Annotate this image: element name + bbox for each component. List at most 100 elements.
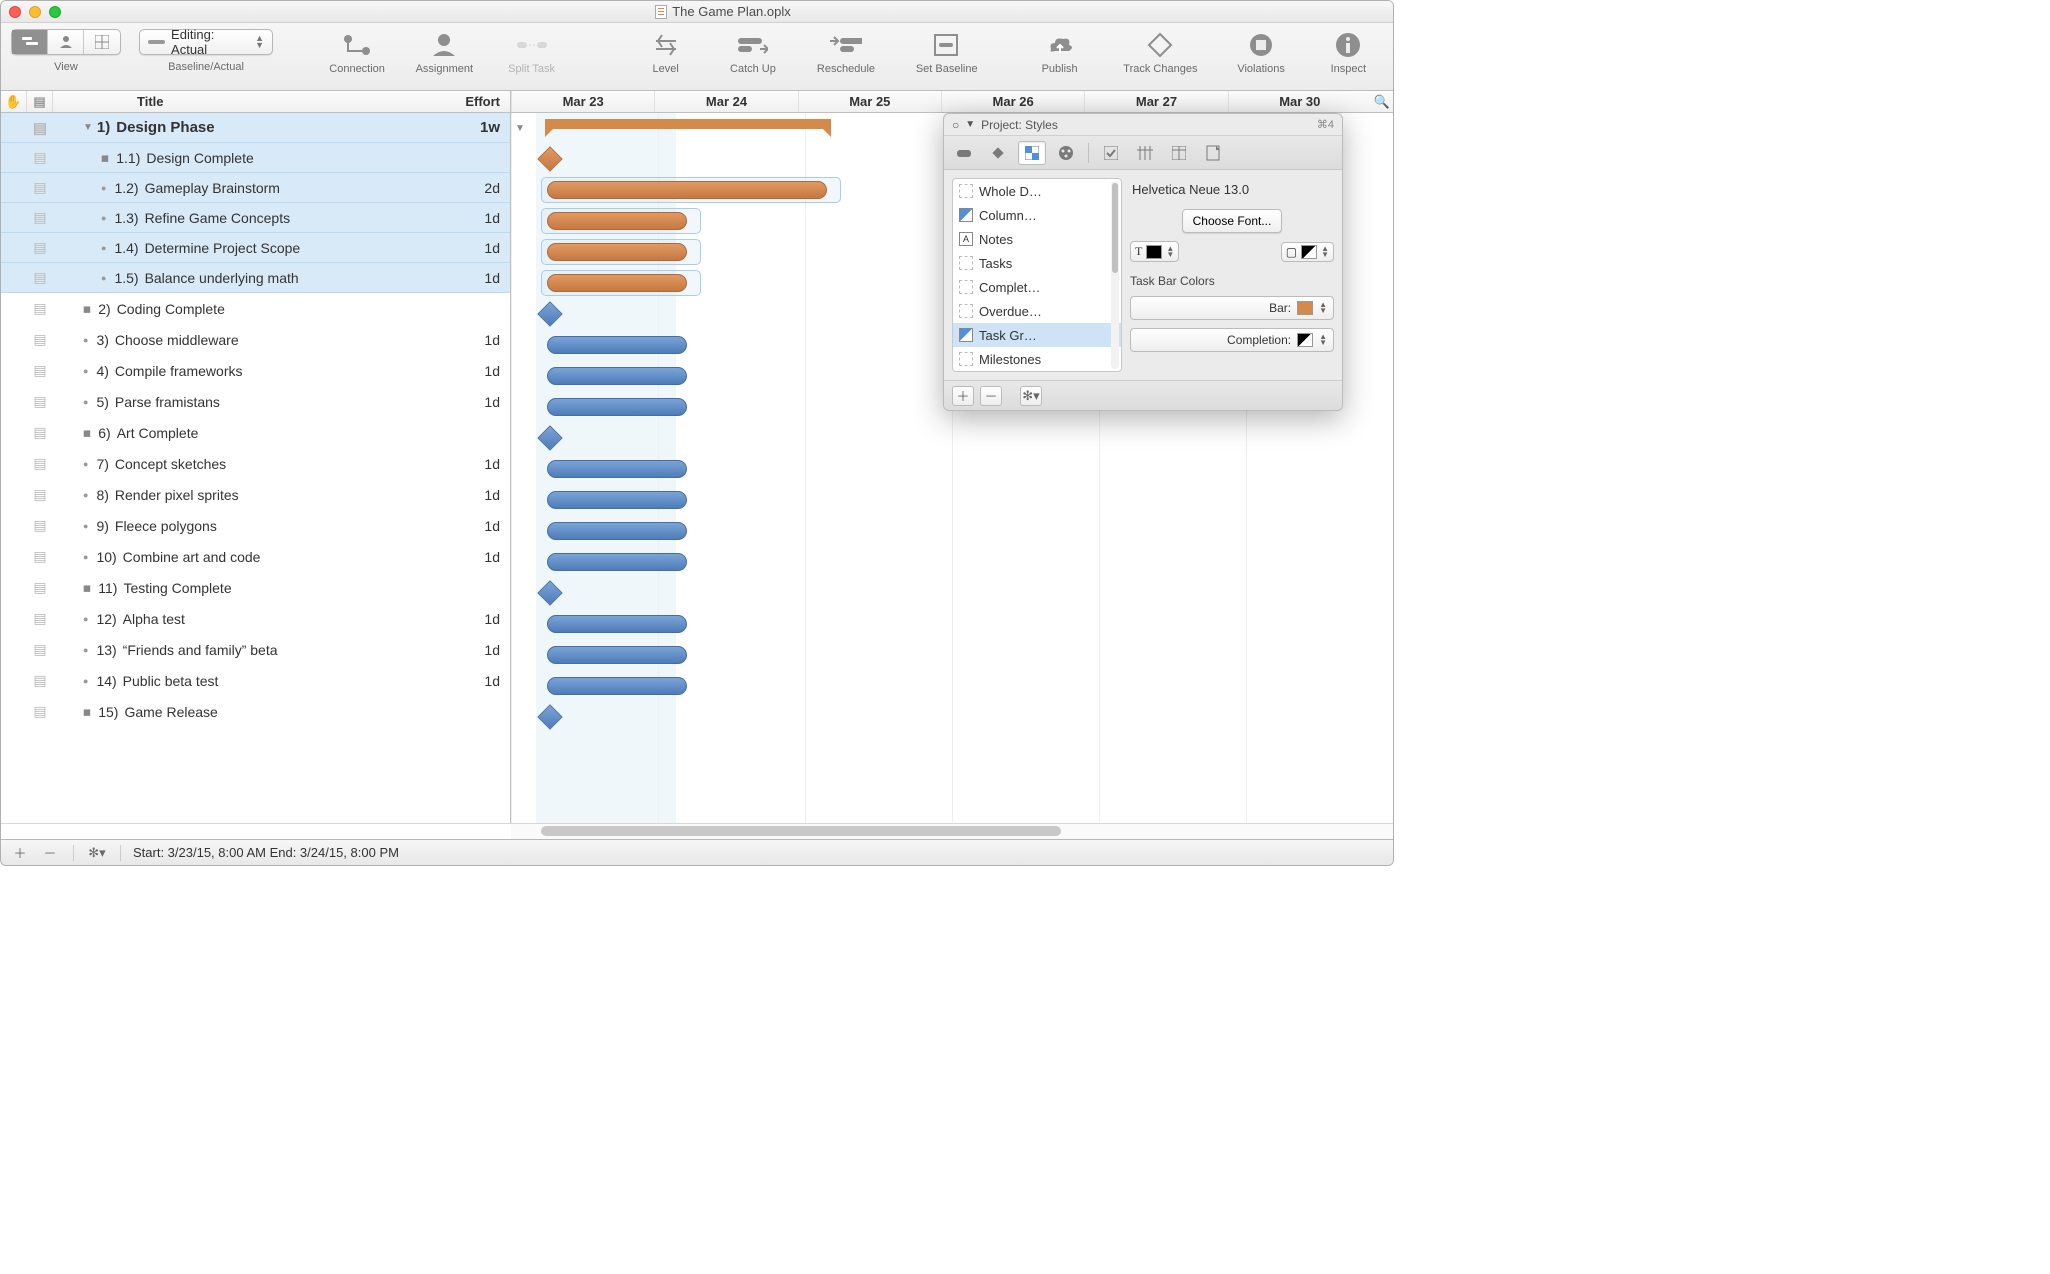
note-icon[interactable]: ▤	[27, 209, 53, 226]
style-list-item[interactable]: Tasks	[953, 251, 1121, 275]
task-row[interactable]: ▤●1.4)Determine Project Scope1d	[1, 232, 510, 263]
gantt-row[interactable]	[511, 671, 1393, 702]
bar-color-button[interactable]: Bar:▲▼	[1130, 296, 1334, 320]
task-row[interactable]: ▤●1.5)Balance underlying math1d	[1, 262, 510, 293]
gantt-row[interactable]	[511, 454, 1393, 485]
task-row[interactable]: ▤◆6)Art Complete	[1, 417, 510, 448]
task-bar[interactable]	[547, 677, 687, 695]
note-icon[interactable]: ▤	[27, 703, 53, 720]
note-icon[interactable]: ▤	[27, 239, 53, 256]
view-mode-calendar[interactable]	[84, 30, 120, 54]
disclosure-icon[interactable]: ▼	[965, 119, 975, 130]
split-task-button[interactable]: Split Task	[497, 29, 566, 75]
style-list-item[interactable]: Milestones	[953, 347, 1121, 371]
note-icon[interactable]: ▤	[27, 424, 53, 441]
task-bar[interactable]	[547, 336, 687, 354]
chevron-down-icon[interactable]: ▼	[515, 123, 525, 134]
inspector-tab-export[interactable]	[1199, 141, 1227, 165]
inspector-tab-appearance[interactable]	[1052, 141, 1080, 165]
catch-up-button[interactable]: Catch Up	[718, 29, 787, 75]
note-icon[interactable]: ▤	[27, 455, 53, 472]
publish-button[interactable]: Publish	[1025, 29, 1094, 75]
gantt-row[interactable]	[511, 516, 1393, 547]
style-list-item[interactable]: Overdue…	[953, 299, 1121, 323]
date-column[interactable]: Mar 24	[654, 91, 797, 112]
task-row[interactable]: ▤●1.3)Refine Game Concepts1d	[1, 202, 510, 233]
task-bar[interactable]	[547, 491, 687, 509]
note-icon[interactable]: ▤	[27, 393, 53, 410]
zoom-window-button[interactable]	[49, 6, 61, 18]
task-bar[interactable]	[547, 212, 687, 230]
note-icon[interactable]: ▤	[27, 517, 53, 534]
task-row[interactable]: ▤●12)Alpha test1d	[1, 603, 510, 634]
inspect-button[interactable]: Inspect	[1314, 29, 1383, 75]
task-bar[interactable]	[547, 398, 687, 416]
choose-font-button[interactable]: Choose Font...	[1182, 209, 1283, 233]
track-changes-button[interactable]: Track Changes	[1112, 29, 1208, 75]
task-bar[interactable]	[547, 460, 687, 478]
text-color-button[interactable]: T▲▼	[1130, 241, 1179, 262]
set-baseline-button[interactable]: Set Baseline	[904, 29, 989, 75]
minimize-window-button[interactable]	[29, 6, 41, 18]
grab-column-icon[interactable]: ✋	[1, 91, 27, 112]
date-column[interactable]: Mar 25	[798, 91, 941, 112]
style-list-item[interactable]: Complet…	[953, 275, 1121, 299]
inspector-tab-milestone[interactable]	[984, 141, 1012, 165]
task-bar[interactable]	[547, 243, 687, 261]
inspector-action-button[interactable]: ✻▾	[1020, 386, 1042, 406]
task-row[interactable]: ▤◆2)Coding Complete	[1, 293, 510, 324]
gantt-row[interactable]	[511, 485, 1393, 516]
task-row[interactable]: ▤●9)Fleece polygons1d	[1, 510, 510, 541]
inspector-tab-checkbox[interactable]	[1097, 141, 1125, 165]
note-icon[interactable]: ▤	[27, 672, 53, 689]
note-icon[interactable]: ▤	[27, 486, 53, 503]
task-row[interactable]: ▤◆1.1)Design Complete	[1, 142, 510, 173]
task-row[interactable]: ▤▼1)Design Phase1w	[1, 113, 510, 143]
note-icon[interactable]: ▤	[27, 269, 53, 286]
connection-button[interactable]: Connection	[322, 29, 391, 75]
style-list-item[interactable]: Column…	[953, 203, 1121, 227]
styles-list[interactable]: Whole D…Column…ANotesTasksComplet…Overdu…	[952, 178, 1122, 372]
page-color-button[interactable]: ▢▲▼	[1281, 242, 1334, 262]
date-column[interactable]: Mar 30	[1228, 91, 1371, 112]
note-column-icon[interactable]: ▤	[27, 91, 53, 112]
violations-button[interactable]: Violations	[1226, 29, 1295, 75]
milestone-diamond[interactable]	[537, 146, 562, 171]
style-list-item[interactable]: ANotes	[953, 227, 1121, 251]
task-row[interactable]: ▤●13)“Friends and family” beta1d	[1, 634, 510, 665]
note-icon[interactable]: ▤	[27, 641, 53, 658]
task-bar[interactable]	[547, 274, 687, 292]
task-bar[interactable]	[547, 646, 687, 664]
task-row[interactable]: ▤●7)Concept sketches1d	[1, 448, 510, 479]
style-list-item[interactable]: Task Gr…	[953, 323, 1121, 347]
level-button[interactable]: Level	[631, 29, 700, 75]
task-row[interactable]: ▤●8)Render pixel sprites1d	[1, 479, 510, 510]
date-column[interactable]: Mar 23	[511, 91, 654, 112]
inspector-tab-styles[interactable]	[1018, 141, 1046, 165]
note-icon[interactable]: ▤	[27, 119, 53, 137]
date-column[interactable]: Mar 27	[1084, 91, 1227, 112]
style-list-item[interactable]: Whole D…	[953, 179, 1121, 203]
remove-row-button[interactable]: －	[39, 844, 61, 862]
horizontal-scrollbar[interactable]	[1, 823, 1393, 839]
inspector-add-button[interactable]: ＋	[952, 386, 974, 406]
task-row[interactable]: ▤◆11)Testing Complete	[1, 572, 510, 603]
task-bar[interactable]	[547, 615, 687, 633]
gantt-row[interactable]	[511, 702, 1393, 733]
assignment-button[interactable]: Assignment	[410, 29, 479, 75]
chevron-down-icon[interactable]: ▼	[83, 122, 93, 133]
inspector-tab-schedule[interactable]	[1131, 141, 1159, 165]
gantt-row[interactable]	[511, 547, 1393, 578]
task-row[interactable]: ▤●10)Combine art and code1d	[1, 541, 510, 572]
title-column-header[interactable]: Title	[53, 91, 441, 112]
task-row[interactable]: ▤●14)Public beta test1d	[1, 665, 510, 696]
note-icon[interactable]: ▤	[27, 149, 53, 166]
close-inspector-icon[interactable]: ○	[952, 118, 959, 132]
milestone-diamond[interactable]	[537, 704, 562, 729]
milestone-diamond[interactable]	[537, 301, 562, 326]
task-row[interactable]: ▤◆15)Game Release	[1, 696, 510, 727]
inspector-titlebar[interactable]: ○ ▼ Project: Styles ⌘4	[944, 114, 1342, 136]
view-mode-resource[interactable]	[48, 30, 84, 54]
milestone-diamond[interactable]	[537, 425, 562, 450]
note-icon[interactable]: ▤	[27, 300, 53, 317]
